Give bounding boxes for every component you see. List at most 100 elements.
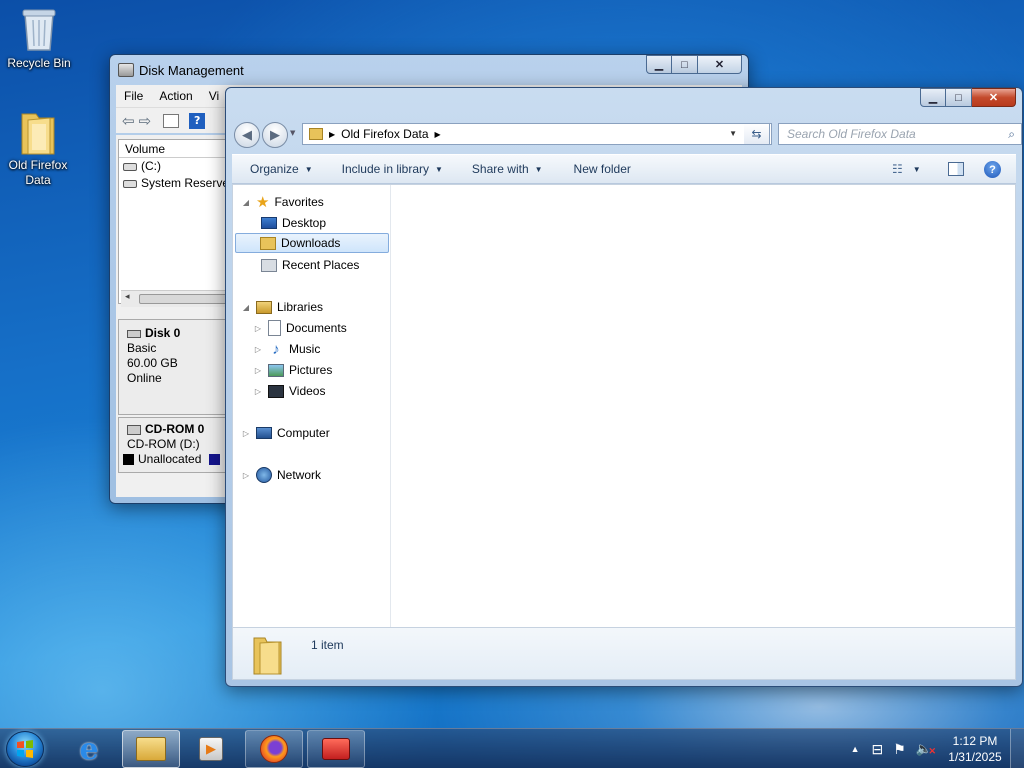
chevron-down-icon: ▼ [304, 164, 313, 174]
search-input[interactable]: Search Old Firefox Data ⌕ [778, 123, 1022, 145]
cdrom-name: CD-ROM 0 [145, 422, 205, 436]
expander-collapsed-icon[interactable]: ▷ [253, 366, 263, 375]
explorer-titlebar[interactable]: ▁ □ ✕ [226, 88, 1022, 118]
disk-status: Online [127, 371, 162, 385]
back-button[interactable]: ◀ [234, 122, 260, 148]
downloads-folder-icon [260, 236, 276, 250]
expander-expanded-icon[interactable]: ◢ [241, 303, 251, 312]
taskbar-disk-management[interactable] [307, 730, 365, 768]
maximize-icon: □ [955, 91, 962, 104]
maximize-button[interactable]: □ [946, 88, 972, 107]
folder-icon [16, 108, 60, 156]
expander-expanded-icon[interactable]: ◢ [241, 198, 251, 207]
recycle-bin-icon [17, 6, 61, 54]
nav-label: Libraries [277, 300, 324, 314]
nav-label: Favorites [274, 195, 324, 209]
disk-0-box[interactable]: Disk 0 Basic 60.00 GB Online [118, 319, 228, 415]
address-bar[interactable]: ▶ Old Firefox Data ▶ ▼ [302, 123, 772, 145]
forward-button[interactable]: ▶ [262, 122, 288, 148]
menu-view[interactable]: Vi [201, 89, 227, 103]
volume-name: (C:) [141, 159, 161, 173]
system-tray: ▲ ⊟ ⚑ 🔈 ✕ 1:12 PM 1/31/2025 [851, 729, 1024, 768]
maximize-button[interactable]: □ [672, 55, 698, 74]
include-in-library-button[interactable]: Include in library ▼ [326, 162, 456, 176]
recent-pages-dropdown-icon[interactable]: ▼ [290, 129, 295, 137]
nav-pictures[interactable]: ▷ Pictures [249, 360, 332, 380]
nav-favorites[interactable]: ◢ ★ Favorites [237, 192, 324, 212]
old-firefox-data-desktop-icon[interactable]: Old Firefox Data [0, 108, 76, 188]
taskbar-internet-explorer[interactable]: e [60, 730, 118, 768]
preview-pane-icon[interactable] [948, 162, 964, 176]
recycle-bin-label: Recycle Bin [7, 56, 71, 70]
menu-file[interactable]: File [116, 89, 151, 103]
new-folder-button[interactable]: New folder [556, 162, 644, 176]
nav-documents[interactable]: ▷ Documents [249, 318, 347, 338]
media-player-icon: ▶ [199, 737, 223, 761]
taskbar-media-player[interactable]: ▶ [182, 730, 240, 768]
minimize-button[interactable]: ▁ [646, 55, 672, 74]
start-button[interactable] [6, 731, 44, 767]
nav-music[interactable]: ▷ ♪ Music [249, 339, 320, 359]
minimize-button[interactable]: ▁ [920, 88, 946, 107]
nav-videos[interactable]: ▷ Videos [249, 381, 326, 401]
volume-muted-icon[interactable]: 🔈 ✕ [916, 741, 936, 757]
explorer-window[interactable]: ▁ □ ✕ ◀ ▶ ▼ ▶ Old Firefox Data ▶ ▼ ⇆ Sea… [225, 87, 1023, 687]
minimize-icon: ▁ [654, 59, 664, 71]
expander-collapsed-icon[interactable]: ▷ [241, 471, 251, 480]
refresh-icon: ⇆ [751, 127, 762, 141]
share-with-button[interactable]: Share with ▼ [456, 162, 556, 176]
forward-arrow-icon[interactable]: ⇨ [139, 112, 152, 130]
desktop-icon [261, 217, 277, 229]
nav-network[interactable]: ▷ Network [237, 465, 321, 485]
volume-name: System Reserved [141, 176, 236, 190]
menu-action[interactable]: Action [151, 89, 200, 103]
search-icon[interactable]: ⌕ [1008, 127, 1015, 142]
nav-label: Documents [286, 321, 347, 335]
help-icon[interactable]: ? [189, 112, 206, 129]
music-icon: ♪ [272, 340, 280, 358]
clock[interactable]: 1:12 PM 1/31/2025 [940, 733, 1010, 765]
expander-collapsed-icon[interactable]: ▷ [253, 387, 263, 396]
expander-collapsed-icon[interactable]: ▷ [253, 345, 263, 354]
network-icon [256, 467, 272, 483]
nav-libraries[interactable]: ◢ Libraries [237, 297, 323, 317]
network-status-icon[interactable]: ⊟ [872, 741, 884, 758]
nav-computer[interactable]: ▷ Computer [237, 423, 330, 443]
search-placeholder: Search Old Firefox Data [787, 127, 916, 141]
organize-label: Organize [250, 162, 299, 176]
breadcrumb-current[interactable]: Old Firefox Data [341, 127, 428, 141]
view-options-button[interactable]: ☷ ▼ [892, 162, 921, 176]
show-hidden-icons-icon[interactable]: ▲ [851, 744, 860, 754]
organize-button[interactable]: Organize ▼ [232, 162, 326, 176]
file-list-area[interactable] [392, 185, 1015, 627]
scroll-left-icon[interactable]: ◂ [125, 292, 130, 302]
nav-recent-places[interactable]: Recent Places [257, 255, 359, 275]
minimize-icon: ▁ [928, 92, 938, 104]
expander-collapsed-icon[interactable]: ▷ [253, 324, 263, 333]
properties-icon[interactable] [163, 113, 180, 128]
nav-desktop[interactable]: Desktop [257, 213, 326, 233]
disk-management-titlebar[interactable]: Disk Management ▁ □ ✕ [110, 55, 748, 85]
nav-label: Music [289, 342, 321, 356]
address-dropdown-icon[interactable]: ▼ [729, 129, 737, 138]
computer-management-icon [322, 738, 350, 760]
refresh-button[interactable]: ⇆ [744, 123, 770, 145]
nav-downloads[interactable]: Downloads [235, 233, 389, 253]
nav-label: Recent Places [282, 258, 360, 272]
recycle-bin-desktop-icon[interactable]: Recycle Bin [1, 6, 77, 70]
show-desktop-button[interactable] [1010, 729, 1024, 768]
details-pane: 1 item [232, 628, 1016, 680]
close-button[interactable]: ✕ [972, 88, 1016, 107]
help-icon[interactable]: ? [984, 161, 1001, 178]
forward-arrow-icon: ▶ [270, 127, 280, 143]
taskbar-windows-explorer[interactable] [122, 730, 180, 768]
back-arrow-icon[interactable]: ⇦ [122, 112, 135, 130]
old-firefox-data-label: Old Firefox Data [8, 158, 68, 187]
internet-explorer-icon: e [79, 731, 99, 767]
taskbar-firefox[interactable] [245, 730, 303, 768]
action-center-flag-icon[interactable]: ⚑ [893, 741, 906, 758]
expander-collapsed-icon[interactable]: ▷ [241, 429, 251, 438]
close-button[interactable]: ✕ [698, 55, 742, 74]
breadcrumb-separator-icon[interactable]: ▶ [329, 130, 335, 139]
breadcrumb-separator-icon[interactable]: ▶ [435, 130, 441, 139]
